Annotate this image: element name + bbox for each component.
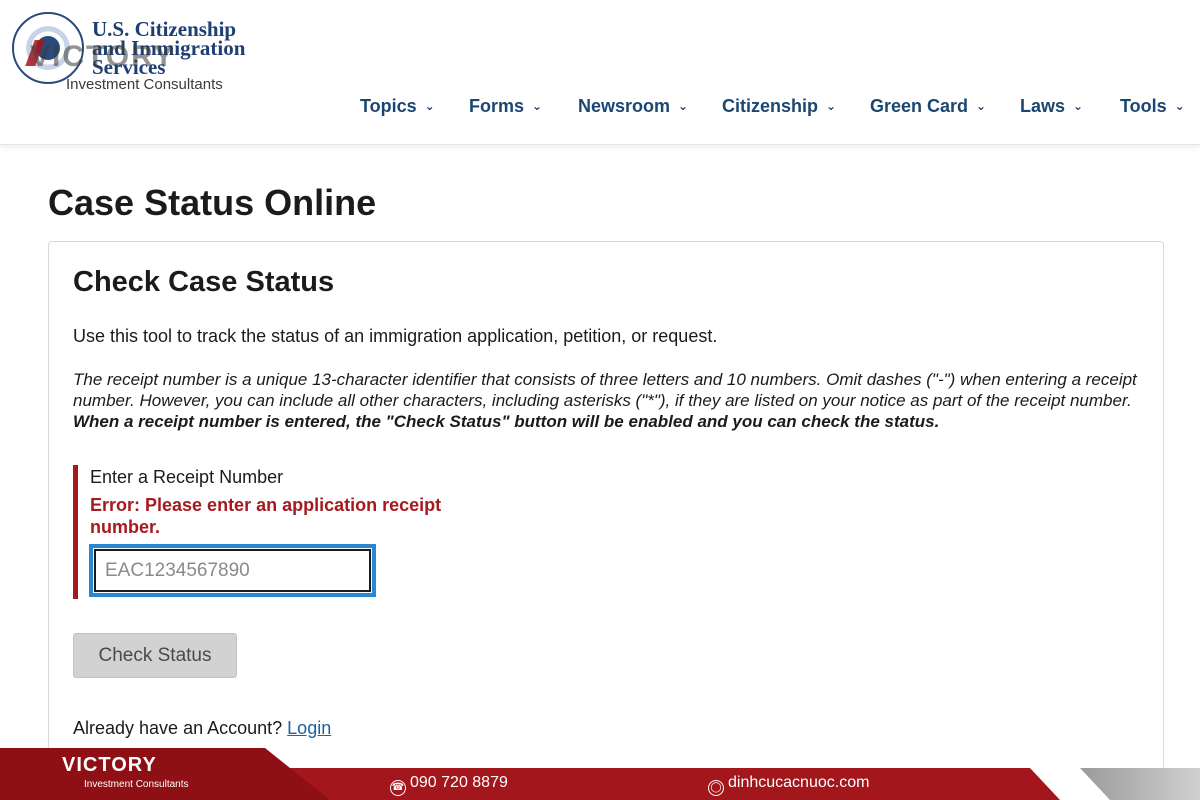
check-case-status-card: Check Case Status Use this tool to track… (48, 241, 1164, 800)
phone-icon: ☎ (390, 780, 406, 796)
watermark-brand: VICTORY (30, 40, 176, 73)
globe-icon: ◯ (708, 780, 724, 796)
promo-footer-banner: VICTORY Investment Consultants ☎ 090 720 … (0, 748, 1200, 800)
check-status-button[interactable]: Check Status (73, 633, 237, 678)
receipt-note-italic: The receipt number is a unique 13-charac… (73, 370, 1137, 410)
receipt-note: The receipt number is a unique 13-charac… (73, 369, 1139, 432)
chevron-down-icon: ⌄ (678, 99, 689, 113)
main-nav: Topics ⌄ Forms ⌄ Newsroom ⌄ Citizenship ⌄ Gr… (0, 96, 1200, 124)
nav-topics[interactable]: Topics ⌄ (360, 96, 435, 117)
nav-tools[interactable]: Tools ⌄ (1120, 96, 1185, 117)
chevron-down-icon: ⌄ (532, 99, 543, 113)
footer-grey-band (1080, 768, 1200, 800)
nav-label: Citizenship (722, 96, 819, 116)
nav-forms[interactable]: Forms ⌄ (469, 96, 542, 117)
nav-newsroom[interactable]: Newsroom ⌄ (578, 96, 688, 117)
chevron-down-icon: ⌄ (826, 99, 837, 113)
intro-text: Use this tool to track the status of an … (73, 326, 718, 346)
nav-label: Laws (1020, 96, 1066, 116)
footer-phone-number: 090 720 8879 (410, 774, 508, 791)
page-title: Case Status Online (48, 182, 377, 223)
site-header: U.S. Citizenship and Immigration Service… (0, 0, 1200, 145)
footer-logo-band (0, 748, 330, 800)
account-text: Already have an Account? (73, 718, 283, 738)
chevron-down-icon: ⌄ (424, 99, 435, 113)
nav-label: Green Card (870, 96, 969, 116)
nav-citizenship[interactable]: Citizenship ⌄ (722, 96, 836, 117)
nav-label: Forms (469, 96, 525, 116)
nav-laws[interactable]: Laws ⌄ (1020, 96, 1083, 117)
watermark-subtitle: Investment Consultants (66, 76, 223, 93)
account-prompt: Already have an Account? Login (73, 718, 331, 739)
footer-phone[interactable]: ☎ 090 720 8879 (390, 774, 508, 796)
card-title: Check Case Status (73, 266, 335, 298)
chevron-down-icon: ⌄ (976, 99, 987, 113)
nav-label: Newsroom (578, 96, 671, 116)
login-link[interactable]: Login (287, 718, 331, 738)
nav-label: Topics (360, 96, 417, 116)
footer-website-url: dinhcucacnuoc.com (728, 774, 870, 791)
receipt-field-error: Error: Please enter an application recei… (90, 495, 442, 537)
chevron-down-icon: ⌄ (1174, 99, 1185, 113)
footer-brand: VICTORY (62, 754, 157, 776)
receipt-field-group: Enter a Receipt Number Error: Please ent… (73, 465, 493, 599)
chevron-down-icon: ⌄ (1073, 99, 1084, 113)
receipt-number-input[interactable] (89, 544, 376, 597)
receipt-field-label: Enter a Receipt Number (90, 467, 284, 487)
footer-website[interactable]: ◯ dinhcucacnuoc.com (708, 774, 869, 796)
footer-brand-sub: Investment Consultants (84, 779, 189, 790)
nav-green-card[interactable]: Green Card ⌄ (870, 96, 986, 117)
receipt-note-bold: When a receipt number is entered, the "C… (73, 412, 940, 431)
nav-label: Tools (1120, 96, 1167, 116)
